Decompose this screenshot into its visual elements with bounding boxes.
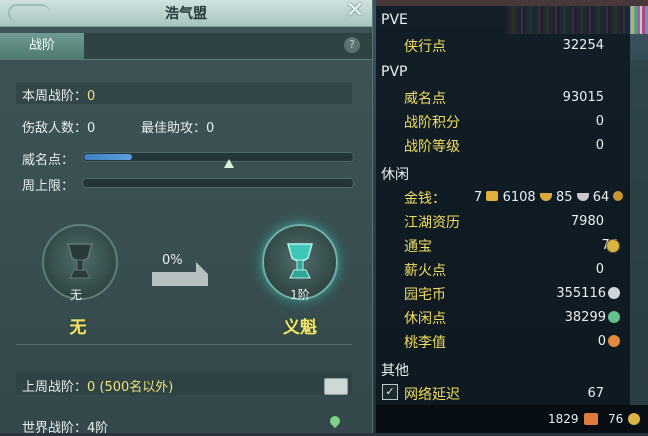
current-rank-caption: 无 [69, 288, 82, 302]
kills-label: 伤敌人数： [22, 121, 88, 136]
world-rank-label: 世界战阶： [22, 421, 88, 436]
stat-value-latency: 67 [587, 386, 604, 401]
leisure-header: 休闲 [381, 167, 409, 183]
bottom-right-value: 76 [608, 412, 624, 426]
money-bricks: 7 [474, 190, 483, 205]
other-header: 其他 [381, 363, 409, 379]
prestige-cap-marker-icon [224, 159, 234, 168]
money-value: 7 6108 85 64 [474, 190, 624, 205]
weekly-cap-progress-bar [82, 178, 354, 188]
assist-value: 0 [206, 121, 215, 136]
help-icon[interactable]: ? [344, 37, 360, 53]
stat-label-xinhuo: 薪火点 [404, 263, 446, 279]
stat-label-tongbao: 通宝 [404, 239, 432, 255]
faction-panel: 浩气盟 ✕ 战阶 ? 本周战阶：0 伤敌人数：0 最佳助攻：0 威名点： 周上限… [0, 0, 373, 436]
last-week-value: 0 (500名以外) [87, 380, 174, 395]
weekly-cap-label: 周上限： [22, 179, 75, 194]
stat-label-garden-coin: 园宅币 [404, 287, 446, 303]
stat-label-rank-score: 战阶积分 [404, 115, 460, 131]
stat-value-leisure-points: 38299 [564, 310, 606, 325]
stat-label-money: 金钱： [404, 191, 446, 207]
last-week-rank: 上周战阶：0 (500名以外) [22, 376, 173, 395]
boot-icon [584, 413, 598, 425]
coin-icon [628, 413, 640, 425]
bottom-status-bar: 1829 76 [376, 405, 648, 433]
tab-bar: 战阶 ? [0, 33, 372, 60]
current-rank-name: 无 [69, 318, 87, 338]
stat-value-xiaxing: 32254 [562, 38, 604, 53]
stat-label-xiaxing: 侠行点 [404, 39, 446, 55]
weekly-rank-label: 本周战阶： [22, 89, 88, 104]
stat-value-taoli: 0 [597, 334, 606, 349]
latency-checkbox[interactable]: ✓ [382, 384, 398, 400]
world-rank-value: 4阶 [87, 421, 109, 436]
garden-coin-icon [608, 287, 620, 299]
stat-label-latency: 网络延迟 [404, 387, 460, 403]
tongbao-coin-icon [606, 239, 620, 253]
prestige-progress-bar [82, 152, 354, 162]
location-pin-icon[interactable] [327, 413, 343, 429]
kills-stat: 伤敌人数：0 [22, 117, 95, 136]
bottom-left-value: 1829 [548, 412, 579, 426]
stat-value-xinhuo: 0 [595, 262, 604, 277]
copper-coin-icon [613, 191, 624, 201]
prestige-label: 威名点： [22, 153, 75, 168]
money-gold: 6108 [502, 190, 536, 205]
stat-value-rank-level: 0 [595, 138, 604, 153]
prestige-progress-fill [84, 154, 132, 160]
next-rank-name: 义魁 [283, 318, 317, 338]
money-silver: 85 [555, 190, 573, 205]
panel-titlebar[interactable]: 浩气盟 ✕ [0, 0, 372, 27]
leaf-icon [608, 311, 620, 323]
weekly-rank: 本周战阶：0 [22, 85, 95, 104]
pvp-header: PVP [381, 64, 408, 80]
trophy-icon [287, 243, 313, 279]
gold-ingot-icon [539, 193, 552, 201]
silver-ingot-icon [576, 193, 589, 201]
last-week-label: 上周战阶： [22, 380, 88, 395]
pve-header: PVE [381, 12, 408, 28]
kills-value: 0 [87, 121, 96, 136]
stat-label-rank-level: 战阶等级 [404, 139, 460, 155]
peach-icon [608, 335, 620, 347]
gold-brick-icon [486, 191, 499, 201]
next-rank-caption: 1阶 [290, 288, 310, 302]
world-rank: 世界战阶：4阶 [22, 417, 108, 436]
assist-label: 最佳助攻： [141, 121, 207, 136]
stat-label-taoli: 桃李值 [404, 335, 446, 351]
stat-value-prestige: 93015 [562, 90, 604, 105]
arrow-right-icon [152, 262, 208, 286]
stats-scrollbar[interactable] [630, 60, 648, 405]
divider [16, 344, 352, 345]
stat-label-prestige: 威名点 [404, 91, 446, 107]
trophy-icon [67, 243, 93, 279]
stat-label-jianghu: 江湖资历 [404, 215, 460, 231]
tab-rank[interactable]: 战阶 [0, 33, 84, 59]
assist-stat: 最佳助攻：0 [141, 117, 214, 136]
stat-value-jianghu: 7980 [570, 214, 604, 229]
stat-value-rank-score: 0 [595, 114, 604, 129]
panel-title: 浩气盟 [165, 6, 207, 22]
chest-icon[interactable] [324, 378, 348, 395]
money-copper: 64 [592, 190, 610, 205]
stat-label-leisure-points: 休闲点 [404, 311, 446, 327]
stat-value-garden-coin: 355116 [556, 286, 606, 301]
close-button[interactable]: ✕ [344, 0, 366, 24]
weekly-rank-value: 0 [87, 89, 96, 104]
